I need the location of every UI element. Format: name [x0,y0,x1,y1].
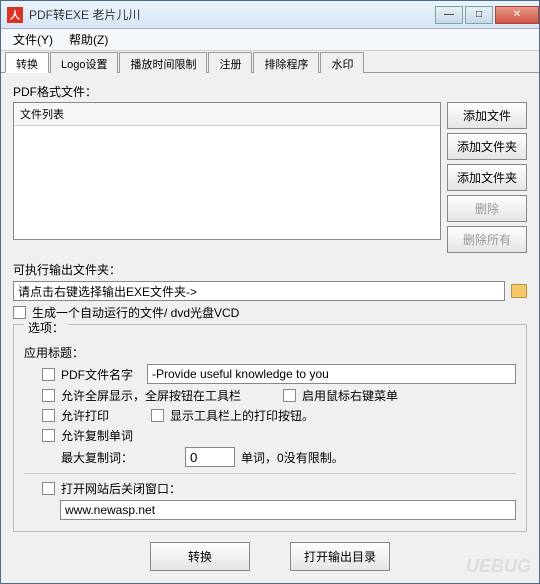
pdf-filename-label: PDF文件名字 [61,366,133,383]
tab-logo[interactable]: Logo设置 [50,52,118,73]
pdf-filename-checkbox[interactable] [42,368,55,381]
convert-button[interactable]: 转换 [150,542,250,571]
output-path-input[interactable] [13,281,505,301]
output-path-row [13,281,527,301]
title-input[interactable] [147,364,516,384]
tab-time-limit[interactable]: 播放时间限制 [119,52,207,73]
add-folder-button-2[interactable]: 添加文件夹 [447,164,527,191]
output-folder-label: 可执行输出文件夹： [13,261,527,278]
fullscreen-checkbox[interactable] [42,389,55,402]
add-folder-button-1[interactable]: 添加文件夹 [447,133,527,160]
tab-exclude[interactable]: 排除程序 [253,52,319,73]
window-controls: — □ ✕ [433,6,539,24]
show-print-label: 显示工具栏上的打印按钮。 [170,407,314,424]
pdf-files-label: PDF格式文件： [13,83,527,100]
close-after-label: 打开网站后关闭窗口： [61,480,181,497]
max-copy-label: 最大复制词： [61,449,133,466]
tab-register[interactable]: 注册 [208,52,252,73]
window-title: PDF转EXE 老片儿川 [29,6,433,23]
app-icon: 人 [7,7,23,23]
file-buttons: 添加文件 添加文件夹 添加文件夹 删除 删除所有 [447,102,527,253]
minimize-button[interactable]: — [435,6,463,24]
fullscreen-row: 允许全屏显示，全屏按钮在工具栏 启用鼠标右键菜单 [24,387,516,404]
autorun-checkbox[interactable] [13,306,26,319]
allow-copy-label: 允许复制单词 [61,427,133,444]
autorun-row: 生成一个自动运行的文件/ dvd光盘VCD [13,304,527,321]
delete-all-button[interactable]: 删除所有 [447,226,527,253]
print-row: 允许打印 显示工具栏上的打印按钮。 [24,407,516,424]
rightclick-checkbox[interactable] [283,389,296,402]
close-after-checkbox[interactable] [42,482,55,495]
tab-watermark[interactable]: 水印 [320,52,364,73]
allow-print-checkbox[interactable] [42,409,55,422]
menu-help[interactable]: 帮助(Z) [61,29,116,50]
options-legend: 选项： [24,319,68,336]
copy-row: 允许复制单词 [24,427,516,444]
url-row [24,500,516,520]
bottom-buttons: 转换 打开输出目录 [13,542,527,571]
rightclick-label: 启用鼠标右键菜单 [302,387,398,404]
allow-copy-checkbox[interactable] [42,429,55,442]
close-button[interactable]: ✕ [495,6,539,24]
tab-content: PDF格式文件： 文件列表 添加文件 添加文件夹 添加文件夹 删除 删除所有 可… [1,73,539,583]
url-input[interactable] [60,500,516,520]
fullscreen-label: 允许全屏显示，全屏按钮在工具栏 [61,387,241,404]
close-after-row: 打开网站后关闭窗口： [24,480,516,497]
filelist-area: 文件列表 添加文件 添加文件夹 添加文件夹 删除 删除所有 [13,102,527,253]
browse-folder-icon[interactable] [511,284,527,298]
add-file-button[interactable]: 添加文件 [447,102,527,129]
app-window: 人 PDF转EXE 老片儿川 — □ ✕ 文件(Y) 帮助(Z) 转换 Logo… [0,0,540,584]
allow-print-label: 允许打印 [61,407,109,424]
title-row: PDF文件名字 [24,364,516,384]
open-output-button[interactable]: 打开输出目录 [290,542,390,571]
tabstrip: 转换 Logo设置 播放时间限制 注册 排除程序 水印 [1,51,539,73]
titlebar: 人 PDF转EXE 老片儿川 — □ ✕ [1,1,539,29]
divider [24,473,516,474]
show-print-checkbox[interactable] [151,409,164,422]
maxcopy-row: 最大复制词： 单词，0没有限制。 [24,447,516,467]
menu-file[interactable]: 文件(Y) [5,29,61,50]
tab-convert[interactable]: 转换 [5,52,49,73]
app-title-label: 应用标题： [24,344,516,361]
file-listbox[interactable]: 文件列表 [13,102,441,240]
maximize-button[interactable]: □ [465,6,493,24]
delete-button[interactable]: 删除 [447,195,527,222]
file-list-header: 文件列表 [14,103,440,126]
options-fieldset: 选项： 应用标题： PDF文件名字 允许全屏显示，全屏按钮在工具栏 启用鼠标右键… [13,324,527,532]
max-copy-input[interactable] [185,447,235,467]
menubar: 文件(Y) 帮助(Z) [1,29,539,51]
max-copy-suffix: 单词，0没有限制。 [241,449,344,466]
